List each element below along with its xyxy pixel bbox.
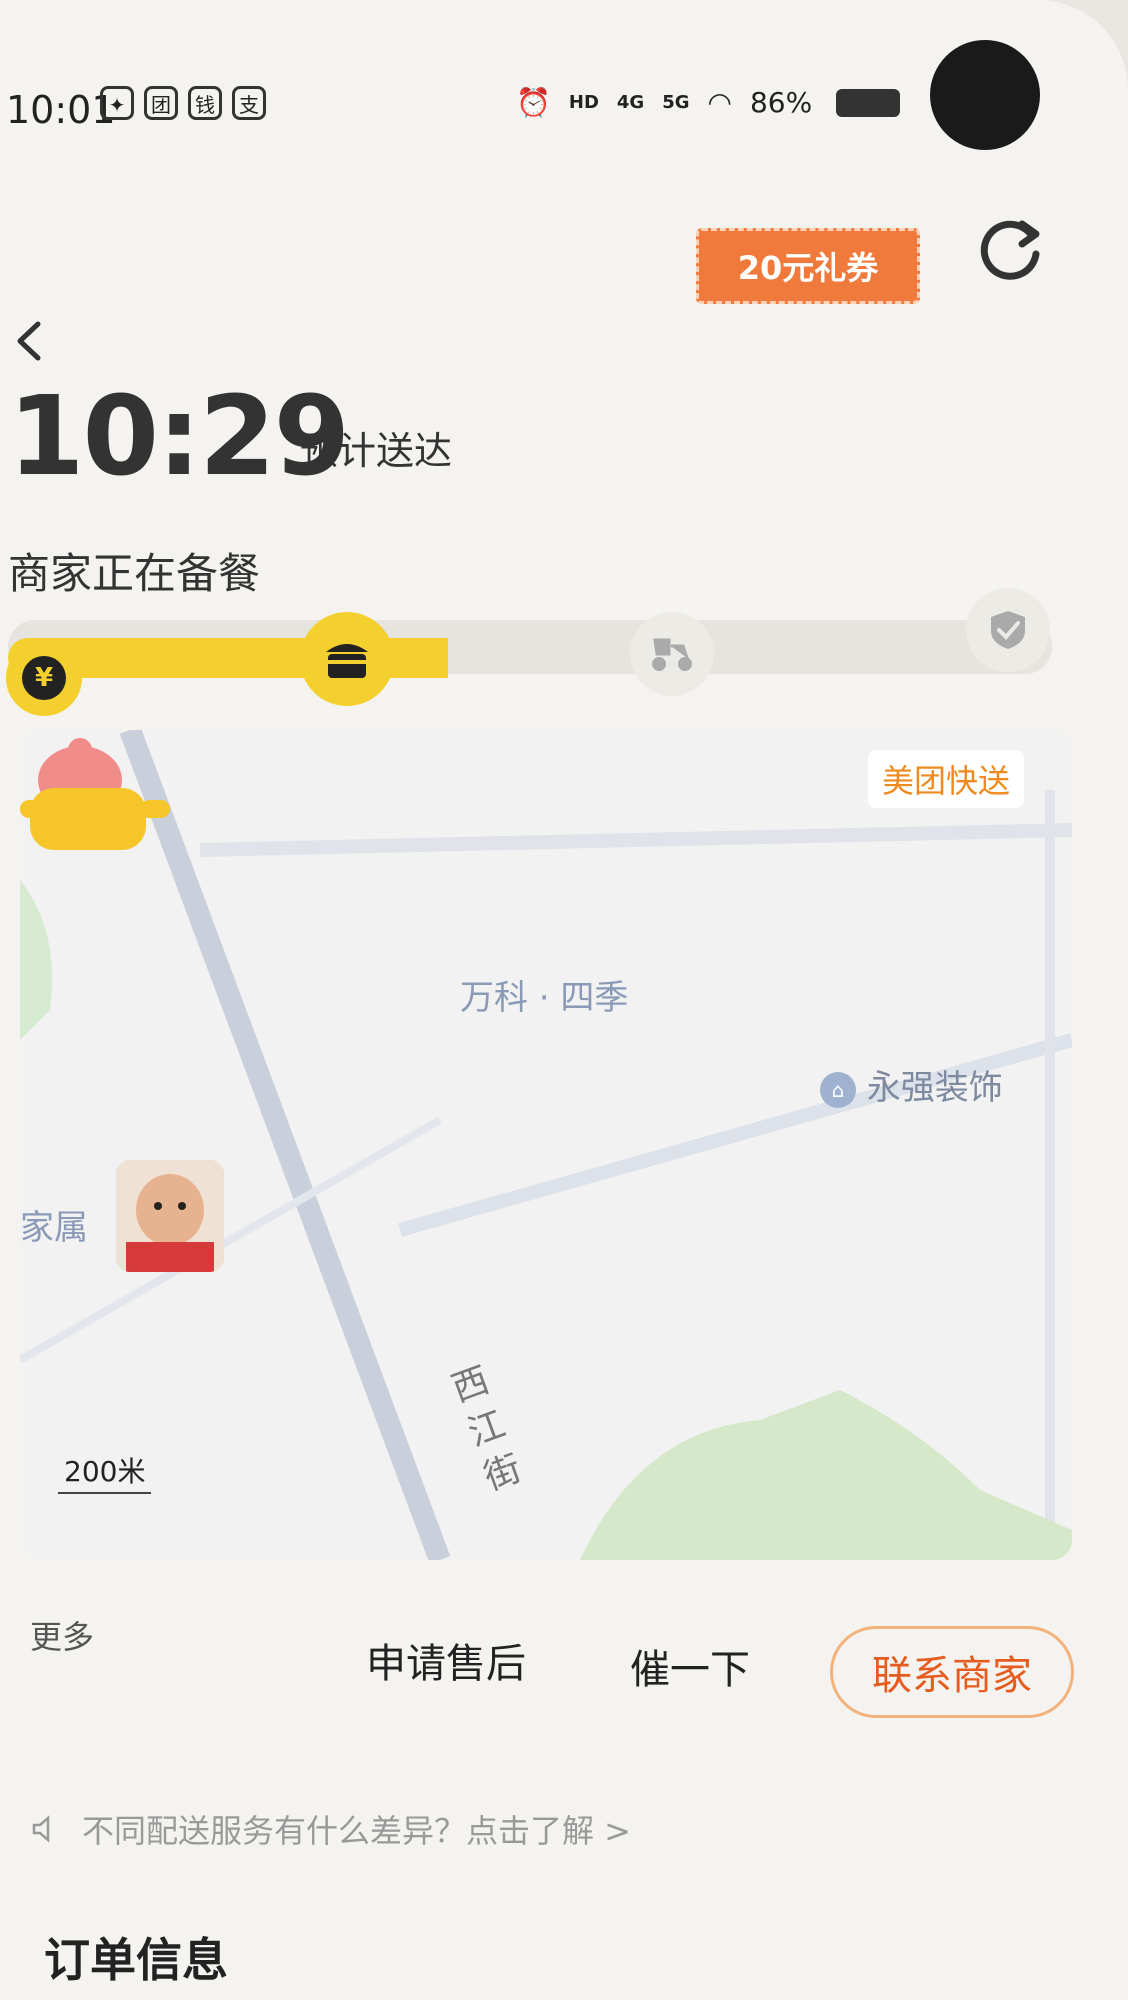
meituan-icon: 团 [144, 86, 178, 120]
after-sales-button[interactable]: 申请售后 [326, 1614, 566, 1706]
alarm-icon: ⏰ [516, 86, 551, 119]
4g-indicator: 4G [616, 91, 645, 113]
merchant-pot-icon [20, 738, 170, 850]
wifi-icon: ◠ [707, 86, 732, 119]
delivery-info-link[interactable]: 不同配送服务有什么差异？点击了解 > [30, 1806, 631, 1852]
contact-merchant-button[interactable]: 联系商家 [830, 1626, 1074, 1718]
map-label-area: 万科 · 四季 [460, 978, 629, 1018]
eta-label: 预计送达 [300, 429, 453, 473]
status-indicators: ⏰ HD 4G 5G ◠ 86% [516, 86, 901, 119]
order-info-title: 订单信息 [44, 1933, 228, 1987]
poi-icon: ⌂ [820, 1071, 856, 1108]
yuan-icon: ¥ [22, 656, 66, 700]
step-preparing [300, 612, 394, 706]
wallet-icon: 钱 [188, 86, 222, 120]
more-button[interactable]: 更多 [30, 1612, 94, 1658]
step-delivering [630, 612, 714, 696]
eta-time: 10:29 [8, 372, 350, 500]
refresh-icon[interactable] [976, 214, 1046, 284]
step-paid: ¥ [6, 640, 82, 716]
rider-icon [652, 638, 692, 671]
status-app-icons: ✦ 团 钱 支 [100, 86, 266, 120]
shop-icon [326, 644, 368, 678]
speaker-icon [32, 1815, 50, 1843]
hd-indicator: HD [568, 91, 599, 113]
step-delivered [966, 588, 1050, 672]
battery-icon [836, 88, 901, 117]
coupon-button[interactable]: 20元礼券 [696, 228, 920, 304]
delivery-info-text: 不同配送服务有什么差异？点击了解 > [82, 1812, 631, 1850]
back-icon[interactable] [10, 316, 50, 366]
delivery-map[interactable]: 美团快送 万科 · 四季 ⌂ 永强装饰 家属 西江街 200米 [20, 730, 1072, 1560]
avatar-photo [116, 1160, 224, 1272]
user-avatar [116, 1160, 224, 1272]
5g-indicator: 5G [662, 91, 690, 113]
camera-cutout [930, 40, 1040, 150]
poi-name: 永强装饰 [866, 1068, 1003, 1108]
screen: 10:01 ✦ 团 钱 支 ⏰ HD 4G 5G ◠ 86% 20元礼券 10:… [0, 0, 1128, 2000]
map-label-residence: 家属 [20, 1208, 88, 1248]
urge-button[interactable]: 催一下 [590, 1620, 790, 1712]
map-scale: 200米 [58, 1450, 152, 1494]
flame-icon: ✦ [100, 86, 134, 120]
check-icon [991, 611, 1025, 649]
map-label-poi: ⌂ 永强装饰 [820, 1060, 1003, 1109]
pay-icon: 支 [232, 86, 266, 120]
battery-percent: 86% [749, 86, 813, 119]
delivery-service-badge: 美团快送 [867, 750, 1024, 808]
order-status: 商家正在备餐 [8, 549, 261, 598]
